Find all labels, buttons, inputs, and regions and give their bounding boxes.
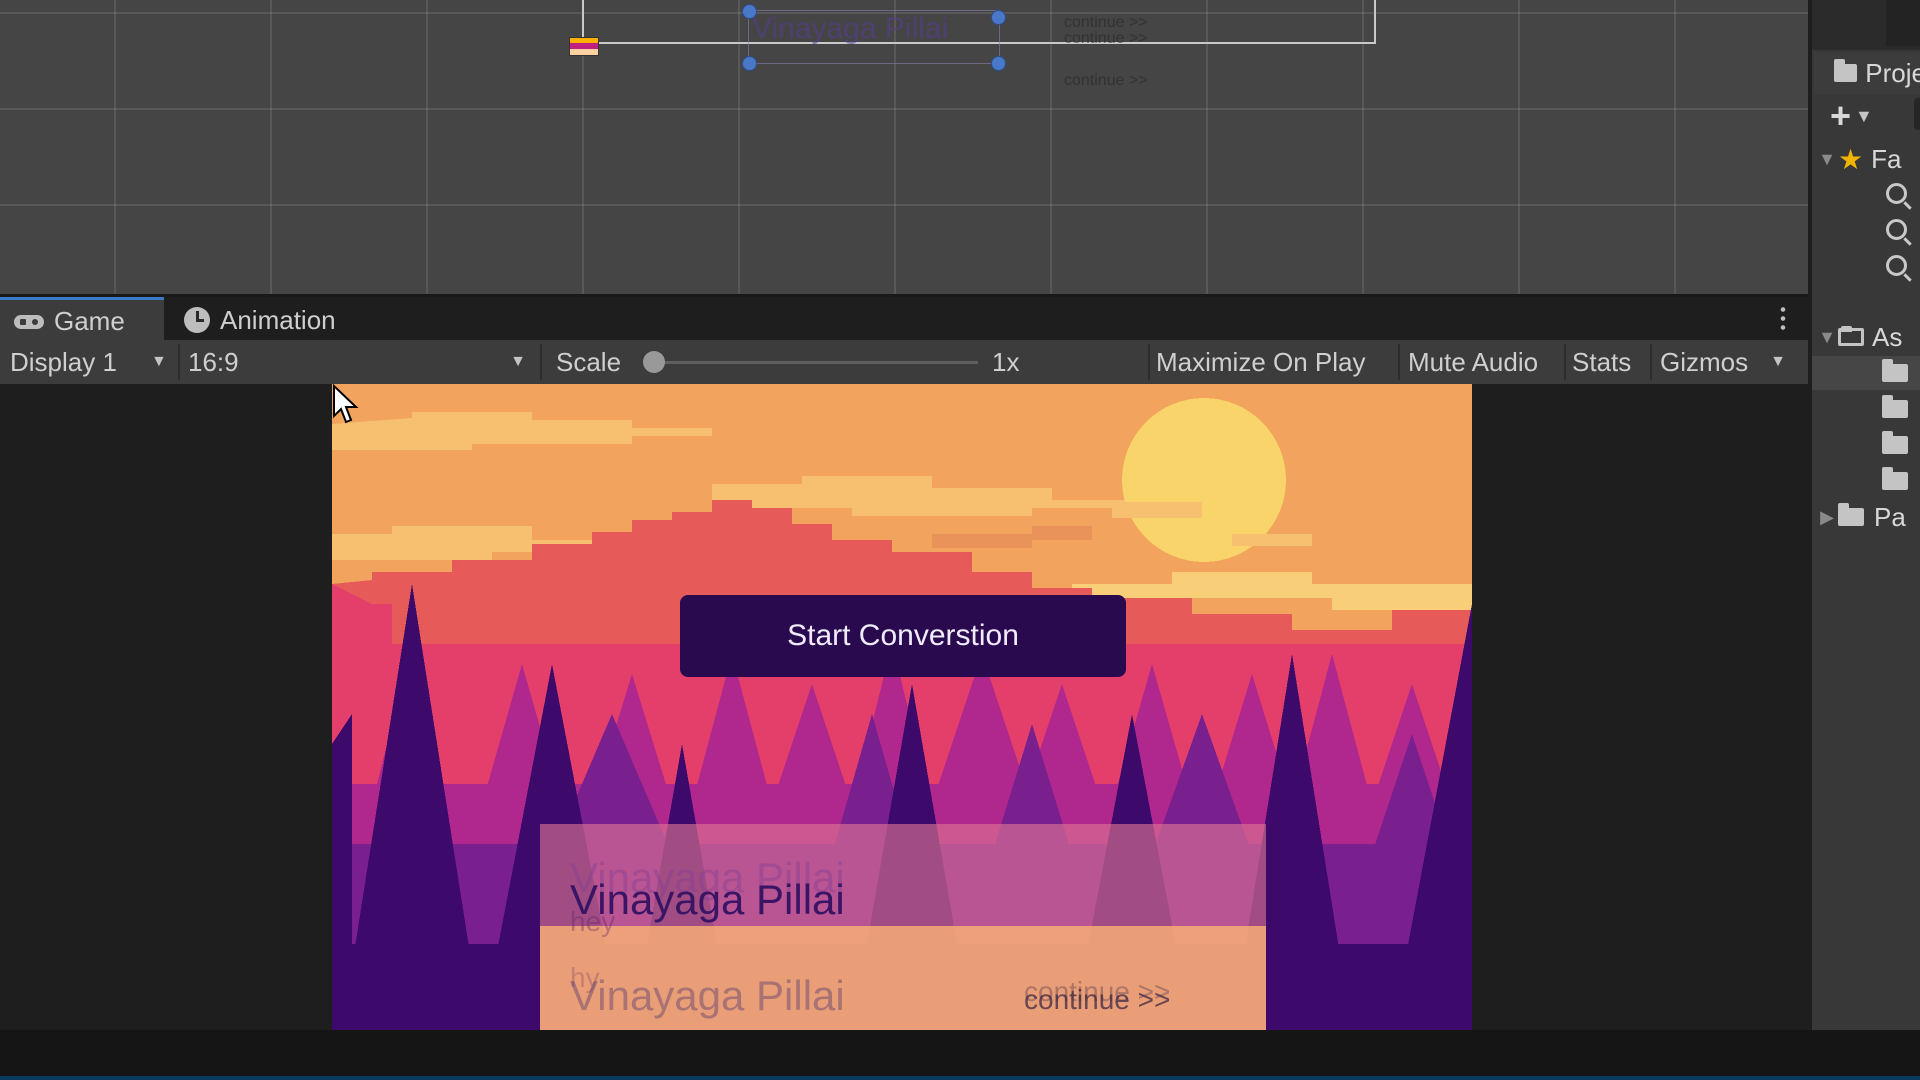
scene-name-text: Vinayaga Pillai	[752, 12, 949, 45]
scale-value: 1x	[992, 340, 1019, 384]
more-options-icon[interactable]	[1780, 305, 1786, 333]
scale-slider-track[interactable]	[652, 361, 978, 364]
folder-icon	[1838, 503, 1864, 526]
gizmos-dropdown[interactable]: Gizmos ▼	[1660, 340, 1786, 384]
gamepad-icon	[14, 314, 44, 329]
speaker-name: Vinayaga Pillai	[570, 876, 845, 923]
panel-header-button[interactable]	[1886, 0, 1920, 46]
chevron-down-icon[interactable]: ▼	[1816, 327, 1838, 348]
rect-handle-bottom-left[interactable]	[742, 56, 757, 71]
maximize-on-play-label: Maximize On Play	[1156, 346, 1366, 377]
display-dropdown[interactable]: Display 1 ▼	[0, 340, 176, 384]
display-label: Display 1	[10, 346, 117, 377]
tab-animation[interactable]: Animation	[180, 297, 360, 343]
rect-handle-bottom-right[interactable]	[991, 56, 1006, 71]
favorites-label: Fa	[1871, 143, 1902, 174]
stats-toggle[interactable]: Stats	[1572, 340, 1631, 384]
gizmos-label: Gizmos	[1660, 346, 1749, 377]
chevron-down-icon[interactable]: ▼	[1816, 149, 1838, 170]
mouse-cursor-icon	[333, 384, 359, 424]
tab-project[interactable]: Proje	[1814, 52, 1920, 94]
game-toolbar: Display 1 ▼ 16:9 ▼ Scale 1x Maximize On …	[0, 340, 1808, 384]
stats-label: Stats	[1572, 346, 1632, 377]
assets-folder-item[interactable]	[1812, 392, 1920, 426]
toolbar-divider	[1564, 344, 1566, 380]
tab-game[interactable]: Game	[0, 297, 164, 343]
scene-view[interactable]: Vinayaga Pillai continue >> continue >> …	[0, 0, 1808, 294]
folder-open-icon	[1838, 326, 1864, 346]
assets-folder-item[interactable]	[1812, 464, 1920, 498]
rect-handle-top-right[interactable]	[991, 10, 1006, 25]
continue-button[interactable]: continue >>	[1024, 984, 1170, 1016]
search-icon	[1886, 182, 1907, 204]
scene-gizmo-icon[interactable]	[569, 37, 599, 56]
project-panel: Proje + ▼ ▼ ★ Fa ▼ As ▶ Pa	[1808, 0, 1920, 1030]
mute-audio-label: Mute Audio	[1408, 346, 1539, 377]
clock-icon	[184, 307, 210, 333]
folder-icon	[1882, 395, 1908, 418]
aspect-label: 16:9	[188, 346, 239, 377]
scene-continue-label: continue >>	[1064, 72, 1148, 89]
add-icon[interactable]: +	[1830, 98, 1851, 134]
dialogue-box: Vinayaga Pillai hey Vinayaga Pillai hy V…	[540, 824, 1266, 1030]
tab-project-label: Proje	[1865, 57, 1920, 88]
chevron-right-icon[interactable]: ▶	[1816, 507, 1838, 528]
project-search-input[interactable]	[1914, 98, 1920, 130]
maximize-on-play-toggle[interactable]: Maximize On Play	[1156, 340, 1366, 384]
aspect-dropdown[interactable]: 16:9 ▼	[180, 340, 536, 384]
scale-slider-thumb[interactable]	[643, 351, 665, 373]
assets-label: As	[1872, 321, 1903, 352]
folder-icon	[1882, 359, 1908, 382]
start-conversation-button[interactable]: Start Converstion	[680, 595, 1126, 677]
search-icon	[1886, 218, 1907, 240]
favorites-search-item[interactable]	[1812, 176, 1920, 210]
scale-value-text: 1x	[992, 346, 1020, 377]
assets-folder-item[interactable]	[1812, 356, 1920, 390]
status-bar	[0, 1030, 1920, 1080]
game-panel: Game Animation Display 1 ▼ 16:9 ▼ Scale …	[0, 294, 1808, 1030]
chevron-down-icon: ▼	[1770, 353, 1786, 370]
toolbar-divider	[1148, 344, 1150, 380]
game-viewport[interactable]: Start Converstion Vinayaga Pillai hey Vi…	[332, 384, 1472, 1030]
scene-continue-label: continue >>	[1064, 30, 1148, 47]
favorites-search-item[interactable]	[1812, 248, 1920, 282]
chevron-down-icon: ▼	[510, 353, 526, 370]
packages-row[interactable]: ▶ Pa	[1812, 500, 1920, 534]
game-view-area: Start Converstion Vinayaga Pillai hey Vi…	[0, 384, 1808, 1030]
packages-label: Pa	[1874, 501, 1906, 532]
chevron-down-icon: ▼	[150, 353, 167, 370]
star-icon: ★	[1838, 143, 1864, 175]
scale-label: Scale	[556, 340, 621, 384]
mute-audio-toggle[interactable]: Mute Audio	[1408, 340, 1538, 384]
tab-bar: Game Animation	[0, 294, 1808, 343]
favorites-row[interactable]: ▼ ★ Fa	[1812, 142, 1920, 176]
panel-header	[1812, 0, 1920, 50]
assets-row[interactable]: ▼ As	[1812, 320, 1920, 354]
tab-game-label: Game	[54, 306, 125, 336]
folder-icon	[1882, 431, 1908, 454]
tab-animation-label: Animation	[220, 304, 336, 335]
toolbar-divider	[540, 344, 542, 380]
speaker-name-ghost: Vinayaga Pillai	[570, 972, 845, 1019]
chevron-down-icon[interactable]: ▼	[1855, 106, 1873, 127]
folder-icon	[1882, 467, 1908, 490]
scale-label-text: Scale	[556, 346, 622, 377]
toolbar-divider	[1398, 344, 1400, 380]
assets-folder-item[interactable]	[1812, 428, 1920, 462]
favorites-search-item[interactable]	[1812, 212, 1920, 246]
progress-line	[0, 1076, 1920, 1080]
project-toolbar: + ▼	[1830, 96, 1873, 136]
search-icon	[1886, 254, 1907, 276]
toolbar-divider	[1650, 344, 1652, 380]
folder-icon	[1834, 59, 1858, 82]
